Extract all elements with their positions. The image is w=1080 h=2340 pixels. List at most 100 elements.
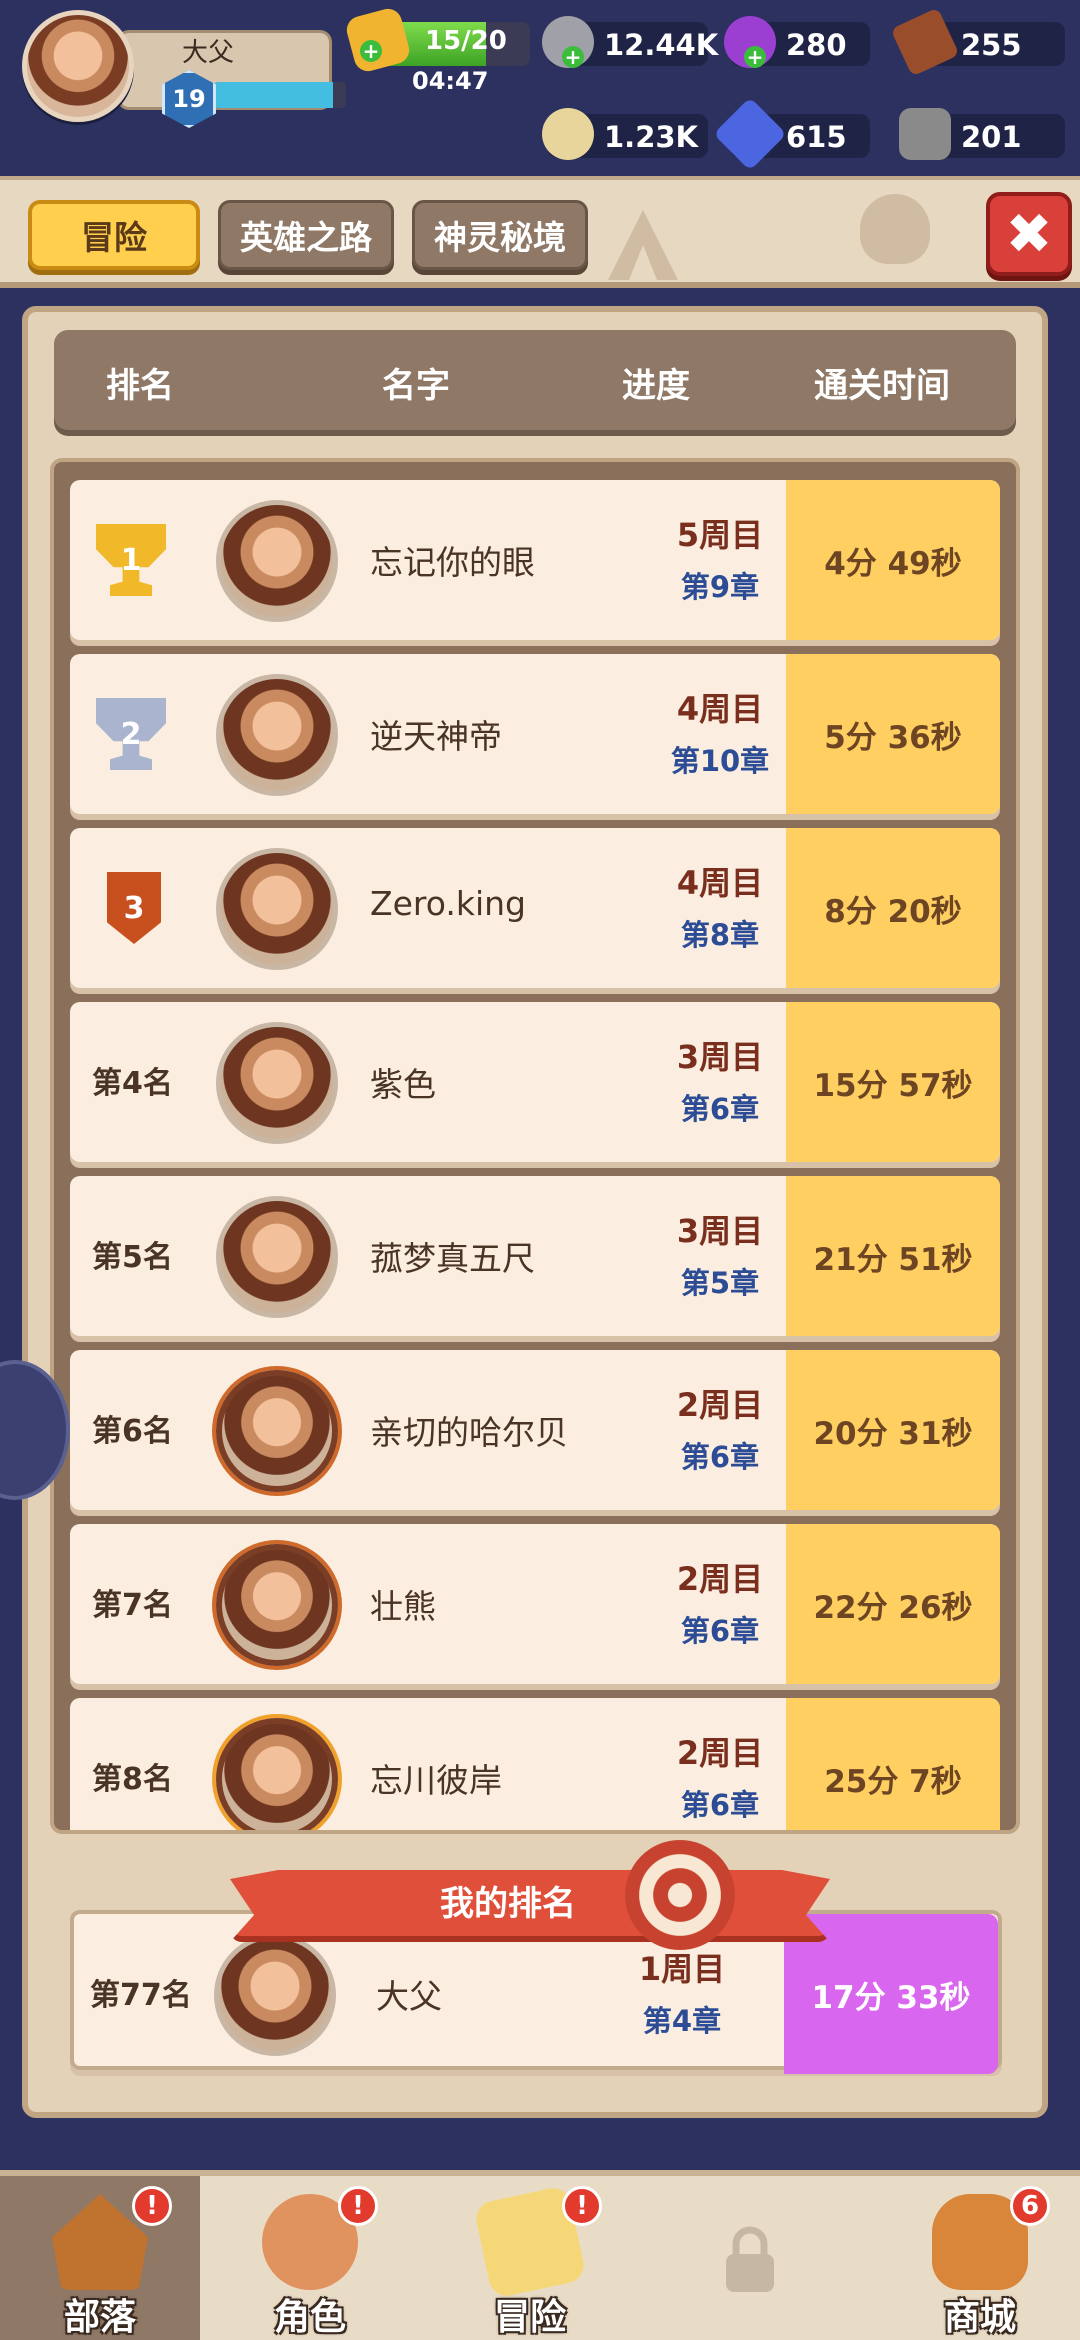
- clear-time: 20分 31秒: [786, 1350, 1000, 1510]
- table-row[interactable]: 3 Zero.king 4周目 第8章 8分 20秒: [70, 828, 1000, 988]
- silver-trophy-icon: 2: [96, 698, 166, 770]
- decorative-beast-icon: [860, 194, 930, 264]
- leaderboard-list[interactable]: 1 忘记你的眼 5周目 第9章 4分 49秒 2 逆天神帝 4周目 第10章 5…: [50, 458, 1020, 1834]
- tabs-bar: 冒险 英雄之路 神灵秘境 ✖: [0, 176, 1080, 288]
- tab-spirit-realm[interactable]: 神灵秘境: [412, 200, 588, 270]
- rank-label: 第6名: [92, 1414, 173, 1449]
- avatar[interactable]: [216, 1718, 338, 1830]
- header-progress: 进度: [622, 366, 690, 406]
- diamond-resource: 615: [713, 97, 870, 171]
- table-row[interactable]: 第8名 忘川彼岸 2周目 第6章 25分 7秒: [70, 1698, 1000, 1830]
- wood-icon: [890, 7, 960, 77]
- clear-time: 21分 51秒: [786, 1176, 1000, 1336]
- player-name: 紫色: [370, 1065, 436, 1104]
- nav-label: 冒险: [493, 2297, 566, 2338]
- gold-ore-resource: 1.23K: [542, 108, 708, 160]
- avatar[interactable]: [216, 848, 338, 970]
- player-name: Zero.king: [370, 884, 526, 923]
- table-row[interactable]: 第4名 紫色 3周目 第6章 15分 57秒: [70, 1002, 1000, 1162]
- table-row[interactable]: 第7名 壮熊 2周目 第6章 22分 26秒: [70, 1524, 1000, 1684]
- rank-label: 第5名: [92, 1240, 173, 1275]
- clear-time: 22分 26秒: [786, 1524, 1000, 1684]
- coins-value: 12.44K: [604, 28, 719, 62]
- gold-trophy-icon: 1: [96, 524, 166, 596]
- avatar[interactable]: [216, 500, 338, 622]
- table-row[interactable]: 第6名 亲切的哈尔贝 2周目 第6章 20分 31秒: [70, 1350, 1000, 1510]
- stamina-timer: 04:47: [412, 67, 489, 95]
- clear-time: 15分 57秒: [786, 1002, 1000, 1162]
- chapter-label: 第6章: [680, 1614, 760, 1648]
- player-name: 忘川彼岸: [370, 1761, 502, 1800]
- nav-label: 部落: [63, 2297, 136, 2338]
- xp-bar: [214, 82, 346, 108]
- avatar[interactable]: [216, 1022, 338, 1144]
- my-name: 大父: [376, 1977, 442, 2016]
- rank-label: 第7名: [92, 1588, 173, 1623]
- player-name: 壮熊: [370, 1587, 436, 1626]
- avatar[interactable]: [216, 1370, 338, 1492]
- clear-time: 4分 49秒: [786, 480, 1000, 640]
- chapter-label: 第8章: [680, 918, 760, 952]
- diamond-value: 615: [786, 120, 847, 154]
- nav-shop[interactable]: 6 商城: [880, 2176, 1080, 2340]
- stone-resource: 201: [899, 108, 1065, 160]
- player-card[interactable]: 大父 19: [22, 10, 346, 128]
- avatar[interactable]: [216, 1544, 338, 1666]
- table-row[interactable]: 1 忘记你的眼 5周目 第9章 4分 49秒: [70, 480, 1000, 640]
- decorative-mountain-icon: [608, 210, 678, 280]
- header-rank: 排名: [106, 366, 174, 406]
- player-name: 忘记你的眼: [370, 543, 535, 582]
- cycle-label: 3周目: [676, 1212, 764, 1250]
- alert-icon: !: [132, 2186, 172, 2226]
- rank-label: 第4名: [92, 1066, 173, 1101]
- table-row[interactable]: 第5名 菰梦真五尺 3周目 第5章 21分 51秒: [70, 1176, 1000, 1336]
- stamina-value: 15/20: [425, 26, 507, 56]
- cycle-label: 2周目: [676, 1386, 764, 1424]
- header-time: 通关时间: [814, 366, 950, 406]
- cycle-label: 3周目: [676, 1038, 764, 1076]
- avatar[interactable]: [216, 674, 338, 796]
- my-avatar[interactable]: [214, 1934, 336, 2056]
- nav-tribe[interactable]: ! 部落: [0, 2176, 200, 2340]
- nav-adventure[interactable]: ! 冒险: [430, 2176, 630, 2340]
- my-cycle-label: 1周目: [638, 1950, 726, 1988]
- clear-time: 8分 20秒: [786, 828, 1000, 988]
- chapter-label: 第6章: [680, 1440, 760, 1474]
- nav-label: 商城: [943, 2297, 1016, 2338]
- cycle-label: 4周目: [676, 690, 764, 728]
- chapter-label: 第6章: [680, 1788, 760, 1822]
- cycle-label: 2周目: [676, 1560, 764, 1598]
- cycle-label: 2周目: [676, 1734, 764, 1772]
- add-stamina-icon[interactable]: +: [360, 40, 382, 62]
- diamond-icon: [713, 97, 787, 171]
- player-avatar[interactable]: [22, 10, 134, 122]
- bronze-badge-icon: 3: [107, 872, 161, 944]
- tab-adventure[interactable]: 冒险: [28, 200, 200, 270]
- my-rank-label: 第77名: [90, 1978, 192, 2013]
- player-name: 菰梦真五尺: [370, 1239, 535, 1278]
- wood-value: 255: [961, 28, 1022, 62]
- player-name: 逆天神帝: [370, 717, 502, 756]
- player-name: 大父: [182, 38, 235, 68]
- my-rank-title: 我的排名: [440, 1884, 576, 1924]
- add-purple-gem-icon[interactable]: +: [744, 46, 766, 68]
- chapter-label: 第10章: [670, 744, 770, 778]
- clear-time: 25分 7秒: [786, 1698, 1000, 1830]
- stone-icon: [899, 108, 951, 160]
- table-row[interactable]: 2 逆天神帝 4周目 第10章 5分 36秒: [70, 654, 1000, 814]
- my-chapter-label: 第4章: [642, 2004, 722, 2038]
- coins-resource[interactable]: + 12.44K: [542, 16, 718, 68]
- bottom-nav: ! 部落 ! 角色 ! 冒险 6 商城: [0, 2170, 1080, 2340]
- clear-time: 5分 36秒: [786, 654, 1000, 814]
- header-name: 名字: [382, 366, 450, 406]
- top-hud: 大父 19 + 15/20 04:47 + 12.44K + 280 255 1…: [0, 0, 1080, 175]
- close-button[interactable]: ✖: [986, 192, 1072, 276]
- add-coins-icon[interactable]: +: [562, 46, 584, 68]
- tab-hero-road[interactable]: 英雄之路: [218, 200, 394, 270]
- chapter-label: 第5章: [680, 1266, 760, 1300]
- avatar[interactable]: [216, 1196, 338, 1318]
- rank-label: 第8名: [92, 1762, 173, 1797]
- nav-character[interactable]: ! 角色: [210, 2176, 410, 2340]
- purple-gem-resource[interactable]: + 280: [724, 16, 870, 68]
- target-icon: [625, 1840, 735, 1950]
